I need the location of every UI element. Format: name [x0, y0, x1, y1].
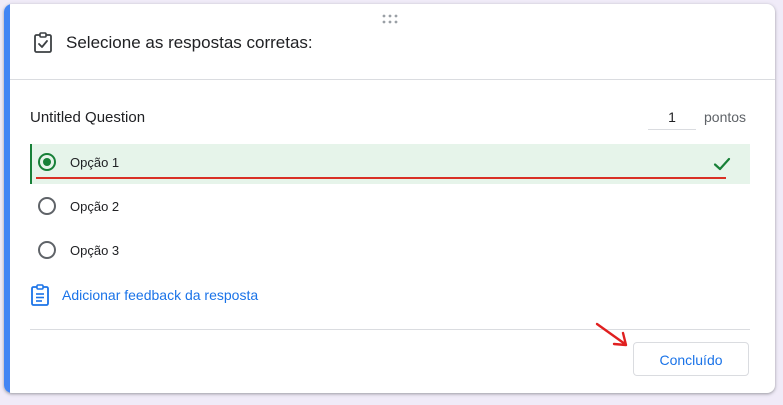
footer-divider — [30, 329, 750, 330]
done-button[interactable]: Concluído — [633, 342, 749, 376]
radio-option-2[interactable] — [38, 197, 56, 215]
option-3[interactable]: Opção 3 — [30, 232, 750, 272]
question-title: Untitled Question — [30, 109, 146, 126]
add-feedback-link[interactable]: Adicionar feedback da resposta — [30, 284, 258, 306]
annotation-arrow-icon — [595, 322, 628, 347]
card-header: Selecione as respostas corretas: — [10, 4, 775, 80]
question-card: Selecione as respostas corretas: Untitle… — [4, 4, 775, 393]
option-label: Opção 3 — [70, 243, 120, 258]
assignment-check-icon — [34, 32, 52, 53]
radio-option-1[interactable] — [38, 153, 56, 171]
radio-option-3[interactable] — [38, 241, 56, 259]
annotation-underline — [36, 177, 726, 179]
page-title: Selecione as respostas corretas: — [66, 33, 313, 52]
correct-indicator-line — [30, 144, 32, 184]
check-icon — [713, 157, 731, 171]
option-2[interactable]: Opção 2 — [30, 188, 750, 228]
feedback-icon — [31, 284, 49, 306]
add-feedback-label: Adicionar feedback da resposta — [62, 287, 259, 303]
option-label: Opção 2 — [70, 199, 120, 214]
points-input[interactable]: 1 — [648, 105, 696, 130]
points-label: pontos — [704, 109, 747, 125]
option-label: Opção 1 — [70, 155, 120, 170]
option-1[interactable]: Opção 1 — [30, 144, 750, 184]
